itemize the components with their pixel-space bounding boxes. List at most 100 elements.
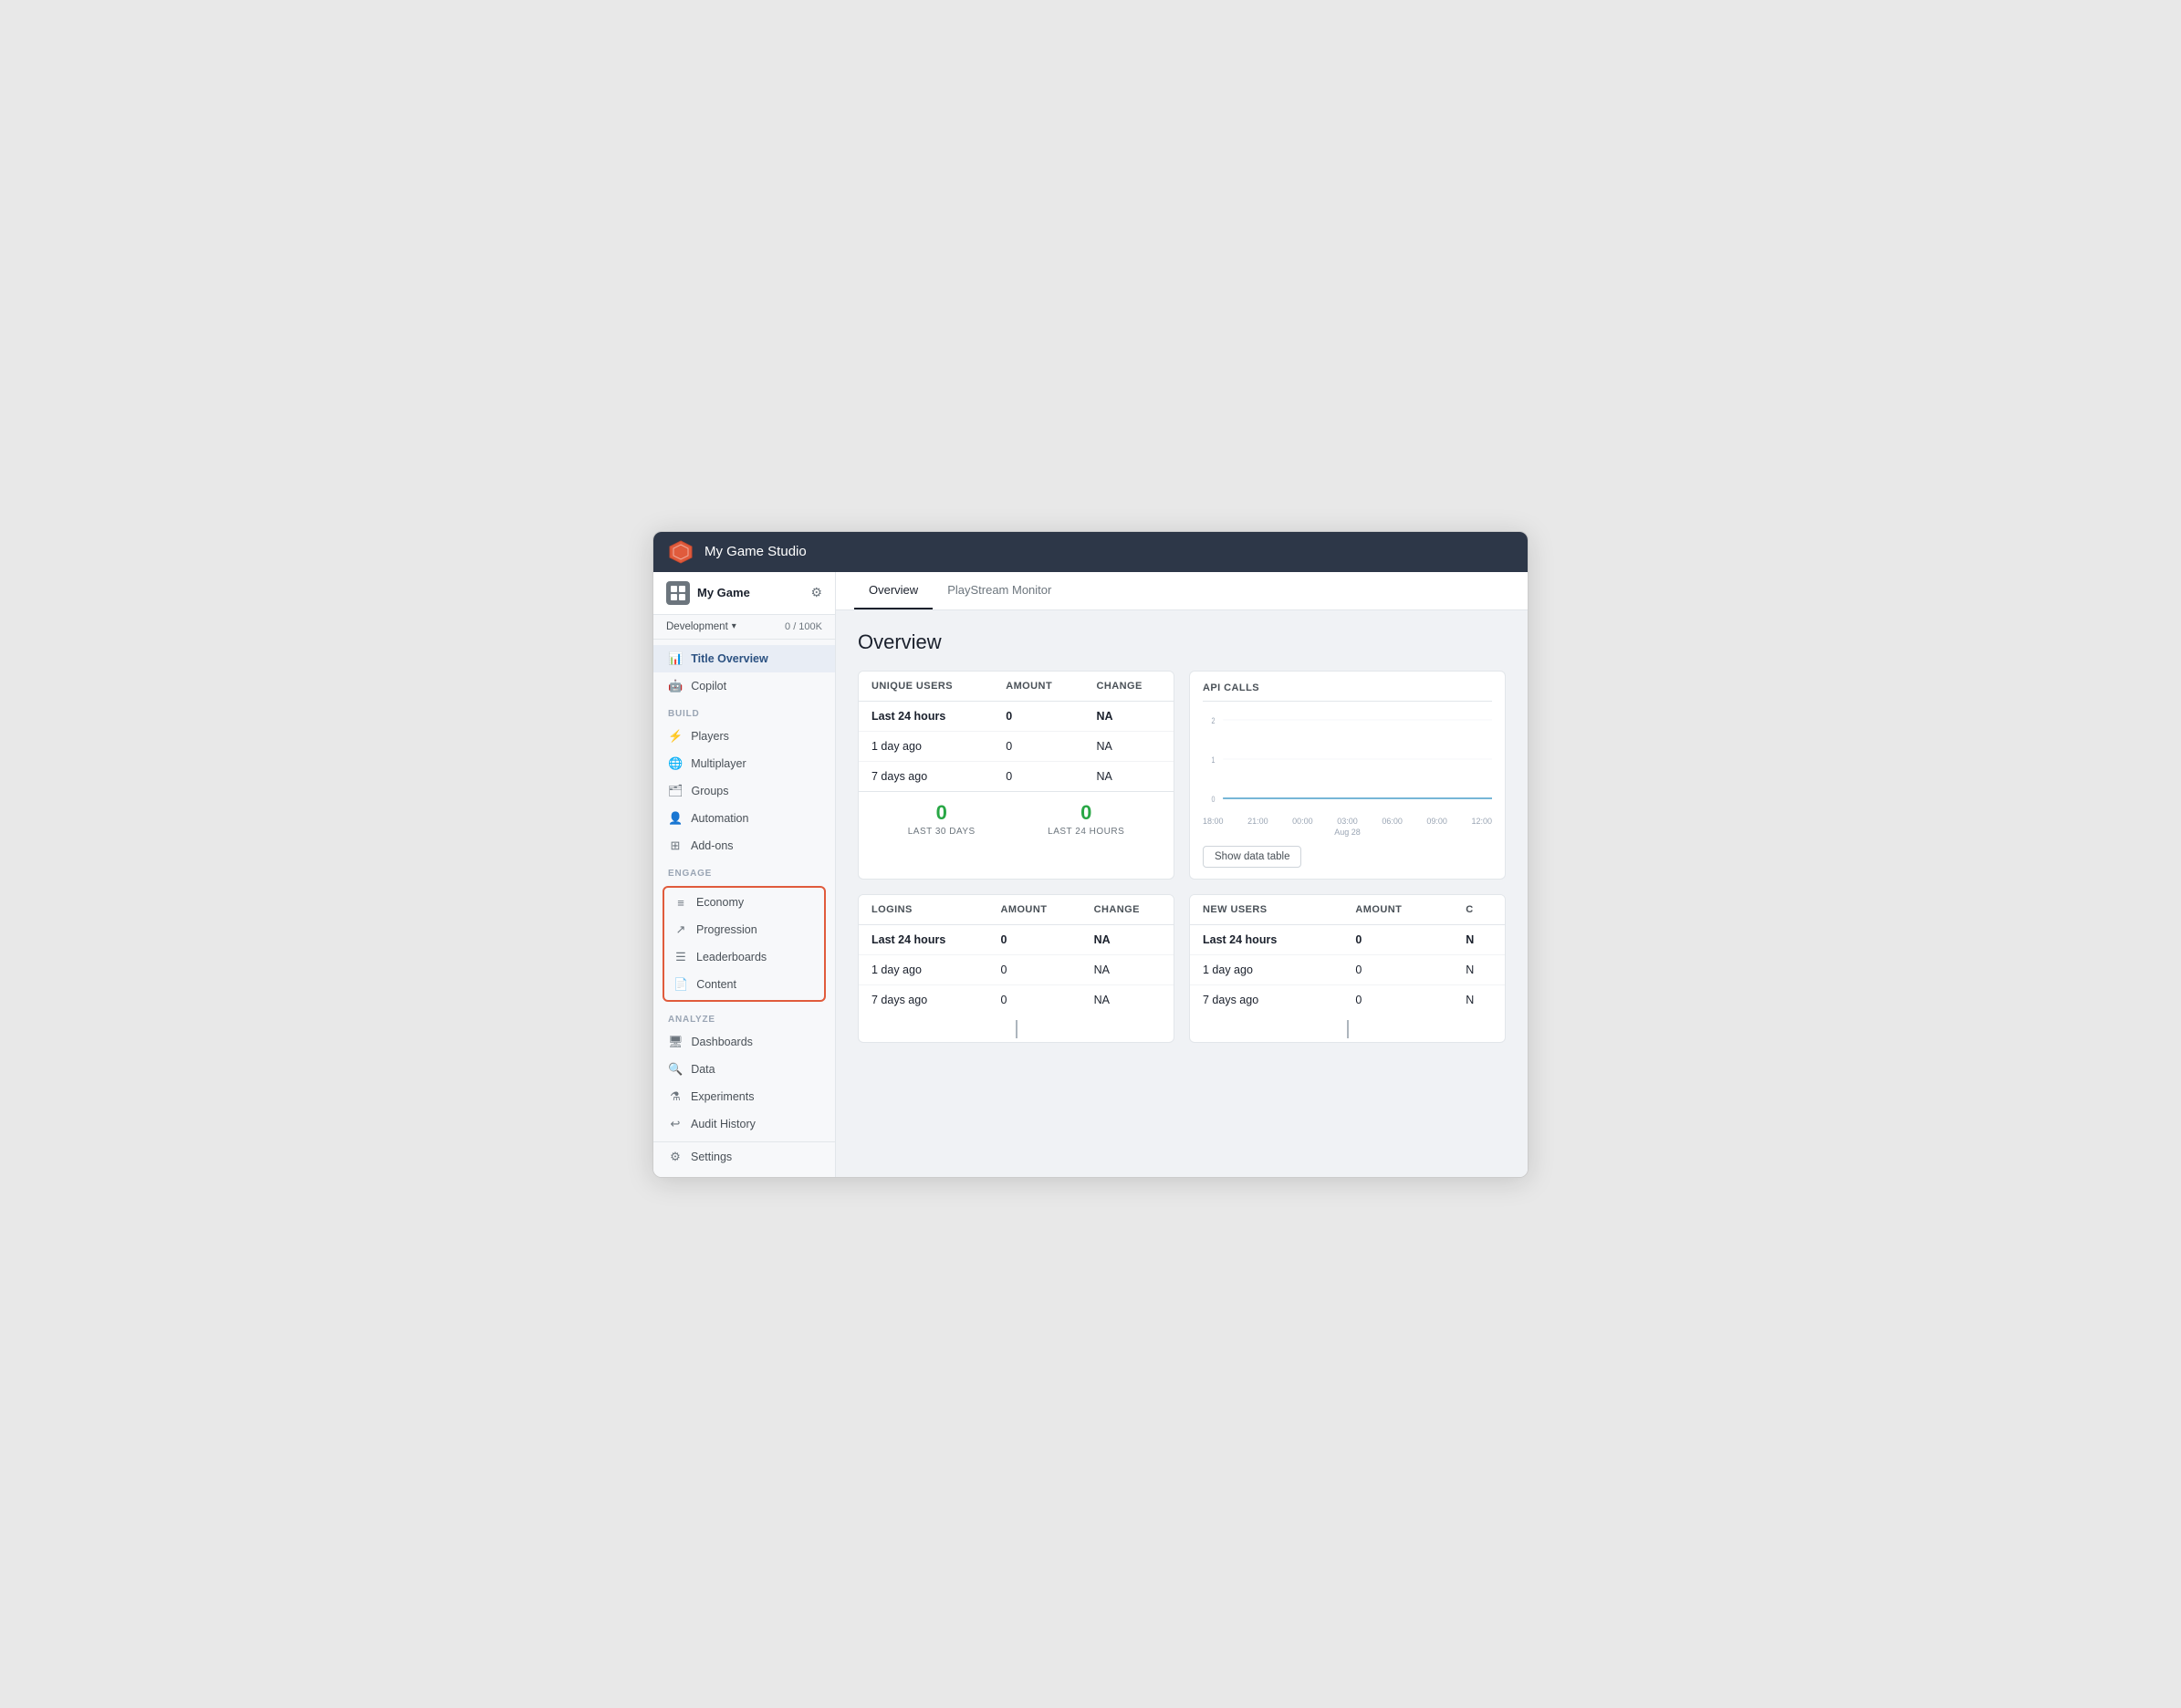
experiments-icon: ⚗ — [668, 1089, 683, 1104]
title-bar: My Game Studio — [653, 532, 1528, 572]
row-label: 1 day ago — [859, 731, 993, 761]
page-title: Overview — [858, 630, 1506, 654]
sidebar: My Game ⚙ Development ▾ 0 / 100K 📊 Title… — [653, 572, 836, 1177]
progression-icon: ↗ — [673, 922, 688, 937]
x-label: 18:00 — [1203, 817, 1224, 826]
sidebar-item-economy[interactable]: ≡ Economy — [664, 890, 824, 916]
stats-grid: UNIQUE USERS Amount Change Last 24 hours… — [858, 671, 1506, 1043]
sidebar-item-audit-history[interactable]: ↩ Audit History — [653, 1110, 835, 1138]
row-amount: 0 — [987, 954, 1080, 984]
mini-bar — [1016, 1020, 1017, 1038]
unique-users-change-header: Change — [1083, 672, 1174, 702]
last-30-days-stat: 0 LAST 30 DAYS — [908, 801, 976, 837]
chart-area: 2 1 0 — [1203, 711, 1492, 811]
table-row: 1 day ago 0 NA — [859, 954, 1174, 984]
sidebar-item-experiments[interactable]: ⚗ Experiments — [653, 1083, 835, 1110]
app-logo-icon — [668, 539, 694, 565]
row-change: NA — [1083, 731, 1174, 761]
sidebar-item-data[interactable]: 🔍 Data — [653, 1056, 835, 1083]
new-users-header: NEW USERS — [1190, 895, 1342, 925]
env-selector[interactable]: Development ▾ 0 / 100K — [653, 615, 835, 640]
api-calls-title: API CALLS — [1203, 682, 1492, 702]
row-change: N — [1453, 984, 1505, 1015]
mini-bar — [1347, 1020, 1349, 1038]
row-label: Last 24 hours — [859, 924, 987, 954]
tab-playstream-monitor[interactable]: PlayStream Monitor — [933, 572, 1066, 610]
svg-text:1: 1 — [1212, 755, 1216, 765]
row-label: Last 24 hours — [1190, 924, 1342, 954]
logins-amount-header: Amount — [987, 895, 1080, 925]
tabs-bar: Overview PlayStream Monitor — [836, 572, 1528, 610]
table-row: 1 day ago 0 N — [1190, 954, 1505, 984]
sidebar-item-players[interactable]: ⚡ Players — [653, 723, 835, 750]
sidebar-item-title-overview[interactable]: 📊 Title Overview — [653, 645, 835, 672]
last-24-hours-stat: 0 LAST 24 HOURS — [1048, 801, 1124, 837]
logins-change-header: Change — [1081, 895, 1174, 925]
content-area: Overview PlayStream Monitor Overview — [836, 572, 1528, 1177]
dashboards-icon: 🖥 — [668, 1035, 684, 1049]
players-icon: ⚡ — [668, 729, 683, 744]
game-name: My Game — [697, 586, 750, 599]
row-amount: 0 — [993, 731, 1083, 761]
sidebar-item-leaderboards[interactable]: ☰ Leaderboards — [664, 943, 824, 971]
new-users-card: NEW USERS Amount C Last 24 hours 0 N — [1189, 894, 1506, 1043]
quota-label: 0 / 100K — [785, 621, 822, 632]
economy-icon: ≡ — [673, 896, 688, 910]
unique-users-footer: 0 LAST 30 DAYS 0 LAST 24 HOURS — [859, 791, 1174, 846]
table-row: Last 24 hours 0 N — [1190, 924, 1505, 954]
game-icon — [666, 581, 690, 605]
row-change: NA — [1081, 954, 1174, 984]
new-users-table: NEW USERS Amount C Last 24 hours 0 N — [1190, 895, 1505, 1015]
x-label: 12:00 — [1471, 817, 1492, 826]
row-change: NA — [1081, 984, 1174, 1015]
table-row: 7 days ago 0 NA — [859, 761, 1174, 791]
studio-title: My Game Studio — [704, 544, 807, 559]
content-icon: 📄 — [673, 977, 688, 992]
sidebar-item-multiplayer[interactable]: 🌐 Multiplayer — [653, 750, 835, 777]
row-amount: 0 — [1342, 924, 1453, 954]
chart-date-label: Aug 28 — [1203, 828, 1492, 837]
logins-card: LOGINS Amount Change Last 24 hours 0 NA — [858, 894, 1174, 1043]
copilot-icon: 🤖 — [668, 679, 683, 693]
row-label: 1 day ago — [1190, 954, 1342, 984]
build-section-label: BUILD — [653, 700, 835, 723]
sidebar-item-automation[interactable]: 👤 Automation — [653, 805, 835, 832]
tab-overview[interactable]: Overview — [854, 572, 933, 610]
unique-users-table: UNIQUE USERS Amount Change Last 24 hours… — [859, 672, 1174, 791]
sidebar-item-groups[interactable]: 🗂 Groups — [653, 777, 835, 805]
row-change: N — [1453, 924, 1505, 954]
sidebar-item-settings[interactable]: ⚙ Settings — [653, 1141, 835, 1172]
chart-x-labels: 18:00 21:00 00:00 03:00 06:00 09:00 12:0… — [1203, 817, 1492, 826]
main-layout: My Game ⚙ Development ▾ 0 / 100K 📊 Title… — [653, 572, 1528, 1177]
row-change: N — [1453, 954, 1505, 984]
page-content: Overview UNIQUE USERS Amount Change — [836, 610, 1528, 1177]
table-row: Last 24 hours 0 NA — [859, 924, 1174, 954]
table-row: 7 days ago 0 N — [1190, 984, 1505, 1015]
api-calls-card: API CALLS 2 1 0 — [1189, 671, 1506, 880]
engage-section: ≡ Economy ↗ Progression ☰ Leaderboards 📄… — [663, 886, 826, 1002]
row-change: NA — [1083, 701, 1174, 731]
logins-chart-indicator — [859, 1015, 1174, 1042]
x-label: 06:00 — [1382, 817, 1403, 826]
show-data-table-button[interactable]: Show data table — [1203, 846, 1301, 868]
row-label: 7 days ago — [1190, 984, 1342, 1015]
sidebar-item-progression[interactable]: ↗ Progression — [664, 916, 824, 943]
x-label: 21:00 — [1247, 817, 1268, 826]
multiplayer-icon: 🌐 — [668, 756, 683, 771]
game-header: My Game ⚙ — [653, 572, 835, 615]
row-amount: 0 — [993, 701, 1083, 731]
row-label: 1 day ago — [859, 954, 987, 984]
row-change: NA — [1083, 761, 1174, 791]
settings-icon[interactable]: ⚙ — [810, 585, 822, 600]
new-users-amount-header: Amount — [1342, 895, 1453, 925]
sidebar-item-copilot[interactable]: 🤖 Copilot — [653, 672, 835, 700]
groups-icon: 🗂 — [668, 784, 684, 798]
row-amount: 0 — [987, 924, 1080, 954]
x-label: 03:00 — [1337, 817, 1358, 826]
sidebar-item-addons[interactable]: ⊞ Add-ons — [653, 832, 835, 859]
sidebar-item-content[interactable]: 📄 Content — [664, 971, 824, 998]
sidebar-nav: 📊 Title Overview 🤖 Copilot BUILD ⚡ Playe… — [653, 640, 835, 1177]
sidebar-item-dashboards[interactable]: 🖥 Dashboards — [653, 1028, 835, 1056]
env-label: Development — [666, 621, 728, 632]
analyze-section-label: ANALYZE — [653, 1005, 835, 1028]
